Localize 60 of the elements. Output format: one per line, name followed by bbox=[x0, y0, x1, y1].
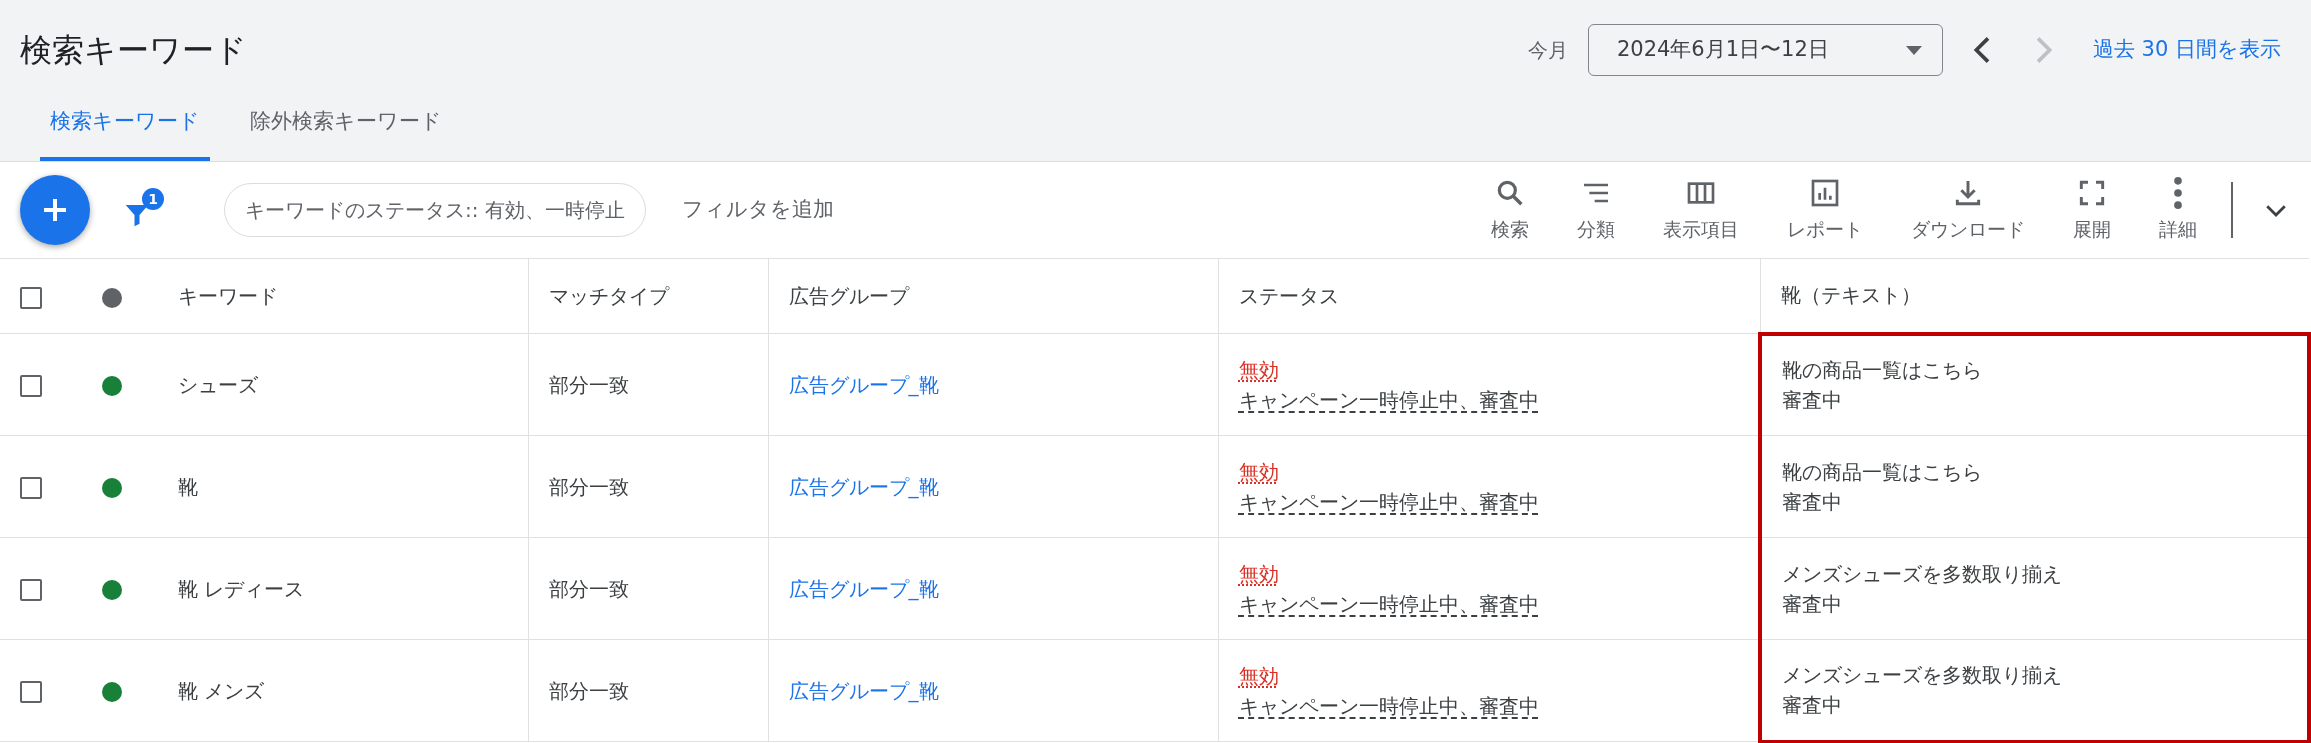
date-range-dropdown[interactable]: 2024年6月1日〜12日 bbox=[1587, 24, 1943, 76]
report-button[interactable]: レポート bbox=[1773, 176, 1877, 244]
ad-text-status: 審査中 bbox=[1782, 590, 1843, 618]
ad-group-link[interactable]: 広告グループ_靴 bbox=[788, 372, 939, 397]
row-checkbox[interactable] bbox=[20, 681, 42, 703]
status-dot-header-icon bbox=[102, 287, 122, 308]
plus-icon bbox=[41, 196, 69, 224]
filter-button[interactable]: 1 bbox=[120, 188, 164, 232]
more-button[interactable]: 詳細 bbox=[2145, 176, 2211, 244]
select-all-checkbox[interactable] bbox=[20, 286, 42, 309]
match-type-cell: 部分一致 bbox=[528, 639, 768, 742]
download-button[interactable]: ダウンロード bbox=[1897, 176, 2039, 244]
match-type-cell: 部分一致 bbox=[528, 435, 768, 538]
status-detail[interactable]: キャンペーン一時停止中、審査中 bbox=[1238, 591, 1539, 616]
filter-chip[interactable]: キーワードのステータス:: 有効、一時停止 bbox=[224, 183, 646, 237]
match-type-cell: 部分一致 bbox=[528, 333, 768, 436]
status-label[interactable]: 無効 bbox=[1238, 561, 1279, 586]
expand-button[interactable]: 展開 bbox=[2059, 176, 2125, 244]
keyword-cell: 靴 レディース bbox=[158, 537, 528, 640]
filter-count-badge: 1 bbox=[142, 188, 164, 210]
ad-text: メンズシューズを多数取り揃え bbox=[1782, 560, 2063, 588]
add-filter-button[interactable]: フィルタを追加 bbox=[675, 193, 840, 227]
ad-group-link[interactable]: 広告グループ_靴 bbox=[788, 474, 939, 499]
keyword-cell: 靴 メンズ bbox=[158, 639, 528, 742]
page-title: 検索キーワード bbox=[20, 34, 248, 66]
tab[interactable]: 除外検索キーワード bbox=[240, 105, 452, 161]
status-detail[interactable]: キャンペーン一時停止中、審査中 bbox=[1238, 387, 1539, 412]
ad-text: メンズシューズを多数取り揃え bbox=[1782, 661, 2063, 689]
period-label: 今月 bbox=[1527, 37, 1568, 64]
add-button[interactable] bbox=[20, 175, 90, 245]
column-header[interactable]: 靴（テキスト） bbox=[1760, 258, 2309, 334]
search-button[interactable]: 検索 bbox=[1477, 176, 1543, 244]
keyword-cell: 靴 bbox=[158, 435, 528, 538]
caret-icon bbox=[1905, 45, 1922, 55]
row-checkbox[interactable] bbox=[20, 579, 42, 601]
ad-text-status: 審査中 bbox=[1782, 691, 1843, 719]
match-type-cell: 部分一致 bbox=[528, 537, 768, 640]
status-detail[interactable]: キャンペーン一時停止中、審査中 bbox=[1238, 489, 1539, 514]
status-detail[interactable]: キャンペーン一時停止中、審査中 bbox=[1238, 693, 1539, 718]
status-label[interactable]: 無効 bbox=[1238, 459, 1279, 484]
columns-button[interactable]: 表示項目 bbox=[1649, 176, 1753, 244]
show-30-days-link[interactable]: 過去 30 日間を表示 bbox=[2092, 34, 2281, 66]
row-checkbox[interactable] bbox=[20, 477, 42, 499]
column-header[interactable]: ステータス bbox=[1218, 258, 1760, 334]
ad-text-status: 審査中 bbox=[1782, 387, 1843, 415]
status-label[interactable]: 無効 bbox=[1238, 663, 1279, 688]
keyword-cell: シューズ bbox=[158, 333, 528, 436]
ad-text: 靴の商品一覧はこちら bbox=[1782, 357, 1983, 385]
column-header[interactable]: マッチタイプ bbox=[528, 258, 768, 334]
tab[interactable]: 検索キーワード bbox=[40, 105, 210, 161]
ad-group-link[interactable]: 広告グループ_靴 bbox=[788, 678, 939, 703]
ad-group-link[interactable]: 広告グループ_靴 bbox=[788, 576, 939, 601]
row-checkbox[interactable] bbox=[20, 375, 42, 397]
status-label[interactable]: 無効 bbox=[1238, 357, 1279, 382]
ad-text-status: 審査中 bbox=[1782, 488, 1843, 516]
ad-text: 靴の商品一覧はこちら bbox=[1782, 458, 1983, 486]
sort-button[interactable]: 分類 bbox=[1563, 176, 1629, 244]
column-header[interactable]: キーワード bbox=[158, 258, 528, 334]
more-vertical-icon bbox=[2174, 176, 2182, 209]
column-header[interactable]: 広告グループ bbox=[768, 258, 1218, 334]
